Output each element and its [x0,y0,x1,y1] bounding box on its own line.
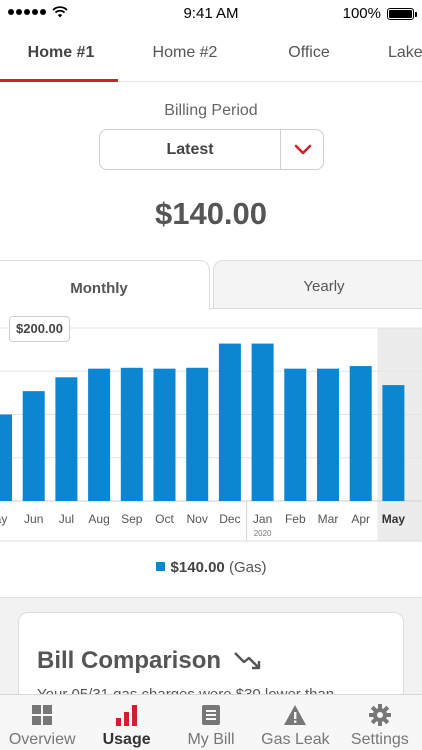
bar-sep-4 [120,367,143,501]
bar-chart-icon [84,703,168,727]
bar-oct-5 [153,368,176,501]
billing-period-label: Billing Period [164,102,258,119]
battery-indicator: 100% [342,5,417,22]
nav-settings[interactable]: Settings [338,695,422,750]
nav-label: Usage [102,731,151,748]
usage-chart: $200.00 ay Jun Jul Aug Sep Oct Nov Dec Jan Feb Mar… [0,310,422,544]
tab-yearly[interactable]: Yearly [213,260,422,308]
tab-home-2[interactable]: Home #2 [122,28,248,81]
chevron-down-icon[interactable] [281,130,324,169]
x-tick-label: Sep [121,512,143,526]
billing-period-select[interactable]: Latest [99,129,324,170]
nav-label: Overview [8,731,76,748]
x-tick-label: Aug [88,512,109,526]
grid-icon [0,703,84,727]
legend-value: $140.00 [170,559,225,576]
gear-icon [338,703,422,727]
x-tick-label: Apr [351,512,370,526]
nav-label: My Bill [187,731,235,748]
x-tick-label: Nov [187,512,208,526]
x-tick-label: Jan [253,512,272,526]
card-title: Bill Comparison [37,647,263,675]
tab-lake[interactable]: Lake [388,28,422,81]
card-description: Your 05/31 gas charges were $30 lower th… [37,686,334,694]
x-tick-label: Mar [318,512,339,526]
year-label: 2020 [254,529,272,538]
nav-gas-leak[interactable]: Gas Leak [253,695,337,750]
x-tick-label: Jul [59,512,74,526]
bar-may-12 [382,385,405,501]
tab-home-1[interactable]: Home #1 [0,28,122,81]
bottom-navigation: Overview Usage My Bill Gas Leak Settings [0,694,422,750]
billing-period-value: Latest [166,141,214,158]
nav-my-bill[interactable]: My Bill [169,695,253,750]
nav-usage[interactable]: Usage [84,695,168,750]
bar-mar-10 [317,368,339,501]
bar-may-0 [0,414,12,501]
bar-nov-6 [186,367,209,501]
legend-unit: (Gas) [228,559,267,576]
legend-swatch [155,562,165,571]
bar-jun-1 [22,391,45,501]
document-icon [169,703,253,727]
x-tick-label: May [382,512,406,526]
tab-office[interactable]: Office [248,28,370,81]
chart-max-label: $200.00 [9,316,70,342]
trend-down-icon [234,652,261,670]
warning-icon [253,703,337,727]
x-tick-label: Feb [285,512,306,526]
nav-label: Settings [350,731,409,748]
x-tick-label: Jun [24,512,43,526]
usage-content: Billing Period Latest $140.00 Yearly Mon… [0,82,422,694]
nav-overview[interactable]: Overview [0,695,84,750]
bar-apr-11 [349,366,372,501]
bar-dec-7 [218,343,241,501]
chart-legend: $140.00 (Gas) [0,559,422,576]
location-tabs: Home #1 Home #2 Office Lake [0,28,422,82]
billing-amount: $140.00 [154,196,268,231]
status-bar: 9:41 AM 100% [0,0,422,28]
bar-aug-3 [88,368,111,501]
bar-chart: ay Jun Jul Aug Sep Oct Nov Dec Jan Feb Mar Apr May 20… [0,327,422,542]
x-tick-label: Oct [155,512,174,526]
bar-jan-8 [251,343,274,501]
period-tab-baseline [210,308,422,309]
tab-monthly[interactable]: Monthly [0,260,210,310]
bar-feb-9 [284,368,307,501]
bar-jul-2 [55,377,78,501]
x-tick-label: Dec [219,512,240,526]
nav-label: Gas Leak [261,731,330,748]
x-tick-label: ay [0,512,7,526]
bill-comparison-card[interactable]: Bill Comparison Your 05/31 gas charges w… [18,612,404,694]
battery-percent: 100% [342,5,381,22]
card-title-text: Bill Comparison [37,647,222,674]
battery-icon [387,7,417,20]
